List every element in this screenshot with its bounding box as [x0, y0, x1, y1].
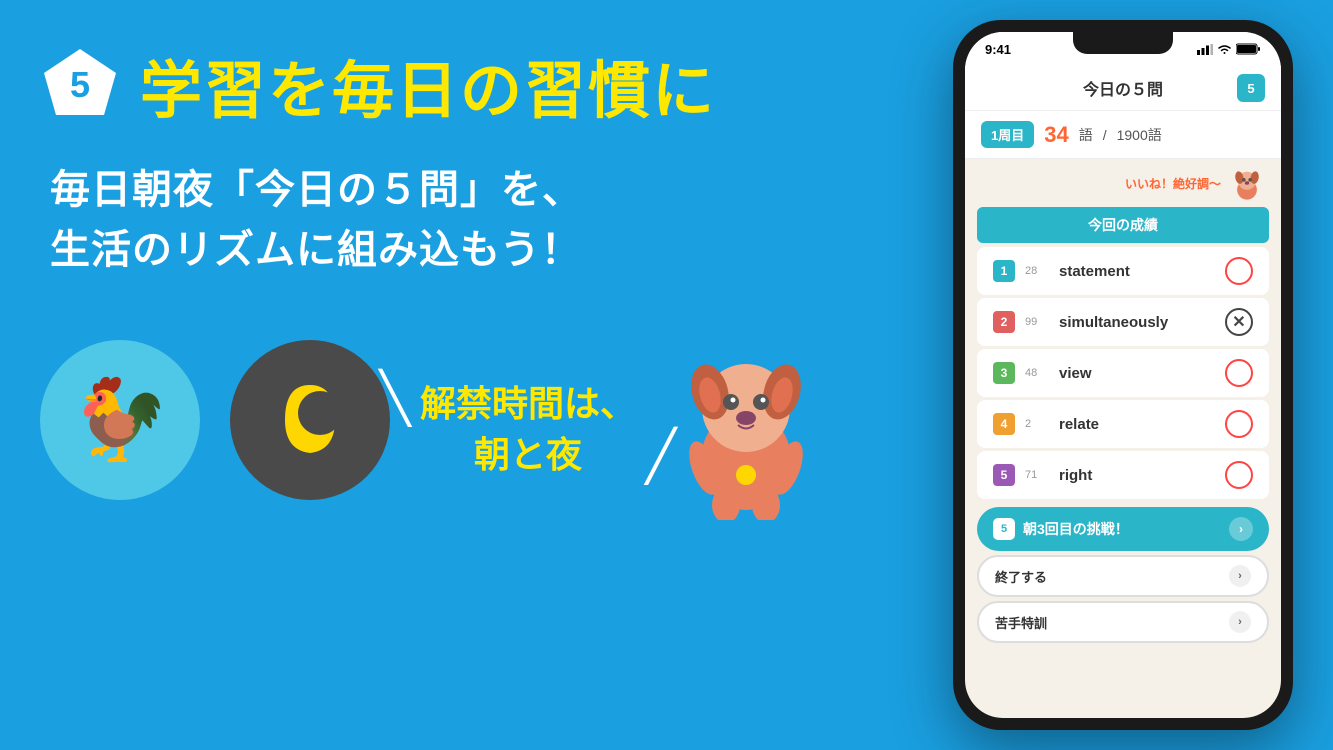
- result-num-1: 1: [993, 260, 1015, 282]
- praise-text: いいね！絶好調～: [1125, 175, 1221, 192]
- small-dog-icon: [1229, 165, 1265, 201]
- result-id-3: 48: [1025, 367, 1049, 379]
- weak-button-label: 苦手特訓: [995, 613, 1047, 632]
- results-list: 1 28 statement 2 99 simultaneously ✕ 3 4…: [965, 247, 1281, 499]
- result-row-2: 2 99 simultaneously ✕: [977, 298, 1269, 346]
- title-row: 5 学習を毎日の習慣に: [40, 40, 860, 130]
- result-id-5: 71: [1025, 469, 1049, 481]
- result-row-4: 4 2 relate: [977, 400, 1269, 448]
- end-chevron-icon: ›: [1229, 565, 1251, 587]
- result-mark-3: [1225, 359, 1253, 387]
- result-num-5: 5: [993, 464, 1015, 486]
- result-mark-2: ✕: [1225, 308, 1253, 336]
- status-icons: [1197, 43, 1261, 55]
- slash-left-decor: ╲: [380, 369, 410, 427]
- result-row-3: 3 48 view: [977, 349, 1269, 397]
- challenge-button[interactable]: 5 朝3回目の挑戦！ ›: [977, 507, 1269, 551]
- rooster-emoji: 🐓: [70, 373, 170, 467]
- moon-icon: [265, 375, 355, 465]
- result-mark-5: [1225, 461, 1253, 489]
- battery-icon: [1236, 43, 1261, 55]
- pentagon-badge: 5: [40, 45, 120, 125]
- phone-wrapper: 9:41: [953, 20, 1293, 730]
- bottom-row: 🐓 ╲ 解禁時間は、 朝と夜 ╱: [40, 320, 860, 500]
- left-section: 5 学習を毎日の習慣に 毎日朝夜「今日の５問」を、 生活のリズムに組み込もう！ …: [40, 40, 860, 500]
- signal-icon: [1197, 44, 1213, 55]
- streak-total: 1900語: [1117, 125, 1162, 145]
- result-row-5: 5 71 right: [977, 451, 1269, 499]
- main-title: 学習を毎日の習慣に: [140, 40, 716, 130]
- status-time: 9:41: [985, 42, 1011, 57]
- end-button-label: 終了する: [995, 567, 1047, 586]
- result-word-3: view: [1059, 365, 1215, 382]
- header-badge: 5: [1237, 74, 1265, 102]
- praise-area: いいね！絶好調～: [965, 159, 1281, 203]
- result-id-1: 28: [1025, 265, 1049, 277]
- unlock-text-block: ╲ 解禁時間は、 朝と夜 ╱: [420, 379, 636, 480]
- streak-count: 34: [1044, 122, 1068, 148]
- subtitle-block: 毎日朝夜「今日の５問」を、 生活のリズムに組み込もう！: [50, 160, 860, 280]
- app-header-title: 今日の５問: [1009, 76, 1237, 100]
- moon-circle: [230, 340, 390, 500]
- challenge-chevron-icon: ›: [1229, 517, 1253, 541]
- result-mark-4: [1225, 410, 1253, 438]
- result-num-2: 2: [993, 311, 1015, 333]
- phone-notch: [1073, 32, 1173, 54]
- result-word-5: right: [1059, 467, 1215, 484]
- weak-chevron-icon: ›: [1229, 611, 1251, 633]
- weak-practice-button[interactable]: 苦手特訓 ›: [977, 601, 1269, 643]
- result-word-1: statement: [1059, 263, 1215, 280]
- result-word-2: simultaneously: [1059, 314, 1215, 331]
- result-id-4: 2: [1025, 418, 1049, 430]
- challenge-badge: 5: [993, 518, 1015, 540]
- unlock-text-line1: 解禁時間は、: [420, 379, 636, 429]
- subtitle-line2: 生活のリズムに組み込もう！: [50, 220, 860, 280]
- dog-mascot-svg: [666, 320, 826, 520]
- wifi-icon: [1217, 44, 1232, 55]
- result-mark-1: [1225, 257, 1253, 285]
- result-num-4: 4: [993, 413, 1015, 435]
- result-id-2: 99: [1025, 316, 1049, 328]
- subtitle-line1: 毎日朝夜「今日の５問」を、: [50, 160, 860, 220]
- challenge-label: 朝3回目の挑戦！: [1023, 519, 1129, 539]
- result-num-3: 3: [993, 362, 1015, 384]
- streak-label: 1周目: [981, 121, 1034, 148]
- streak-bar: 1周目 34 語 / 1900語: [965, 111, 1281, 159]
- dog-mascot: [666, 320, 826, 500]
- unlock-text-line2: 朝と夜: [474, 430, 582, 480]
- results-header: 今回の成績: [977, 207, 1269, 243]
- result-row-1: 1 28 statement: [977, 247, 1269, 295]
- end-button[interactable]: 終了する ›: [977, 555, 1269, 597]
- streak-separator: /: [1103, 127, 1107, 143]
- svg-text:5: 5: [70, 64, 90, 105]
- phone-screen: 9:41: [965, 32, 1281, 718]
- challenge-btn-left: 5 朝3回目の挑戦！: [993, 518, 1129, 540]
- phone-frame: 9:41: [953, 20, 1293, 730]
- rooster-circle: 🐓: [40, 340, 200, 500]
- result-word-4: relate: [1059, 416, 1215, 433]
- streak-word: 語: [1079, 125, 1093, 145]
- app-header: 今日の５問 5: [965, 66, 1281, 111]
